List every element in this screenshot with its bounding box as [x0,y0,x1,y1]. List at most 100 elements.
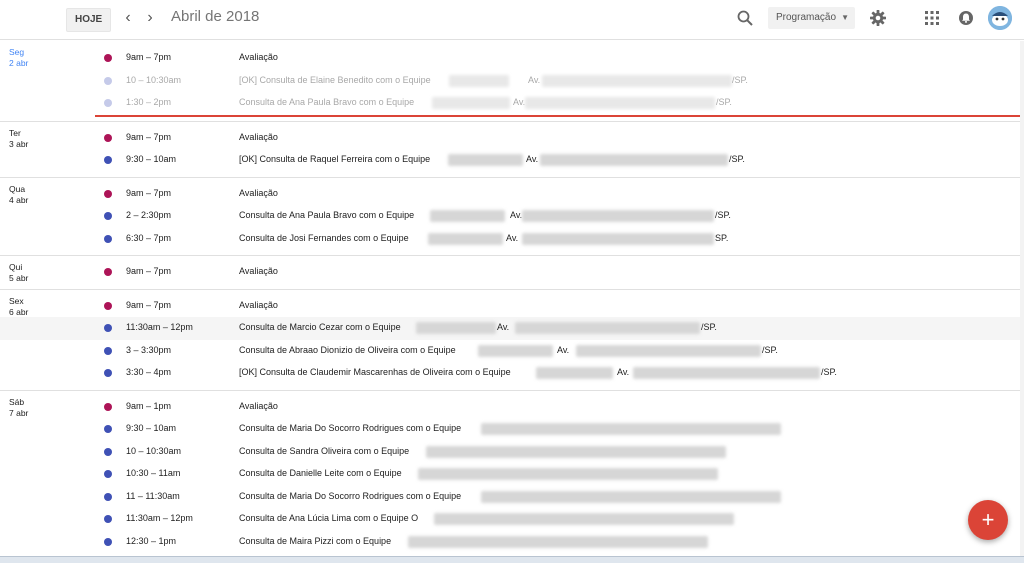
event-color-dot [104,234,112,243]
redacted-text [481,423,781,435]
event-title: Consulta de Danielle Leite com o Equipe [239,468,402,478]
agenda-event[interactable]: 1:30 – 2pm Consulta de Ana Paula Bravo co… [0,92,1024,115]
event-title: Consulta de Marcio Cezar com o Equipe [239,322,401,332]
agenda-event[interactable]: 10:30 – 11am Consulta de Danielle Leite c… [0,463,1024,486]
redacted-text [576,344,761,357]
search-icon[interactable] [736,9,754,27]
event-address-suffix: /SP. [701,322,717,332]
event-time: 3 – 3:30pm [126,344,172,355]
agenda-event[interactable]: 9am – 7pm Avaliação [0,127,1024,150]
event-title: Avaliação [239,400,278,411]
agenda-event[interactable]: 11:30am – 12pm Consulta de Marcio Cezar c… [0,317,1020,340]
redacted-text [428,232,503,245]
event-time: 11:30am – 12pm [126,513,193,523]
event-title: Consulta de Maria Do Socorro Rodrigues c… [239,490,462,501]
event-title: [OK] Consulta de Elaine Benedito com o E… [239,74,431,85]
event-title: Consulta de Abraao Dionizio de Oliveira … [239,344,456,355]
event-color-dot [104,268,112,276]
day-group: Seg 2 abr 9am – 7pm Avaliação 10 – 10:30am [O… [0,41,1024,122]
agenda-event[interactable]: 2 – 2:30pm Consulta de Ana Paula Bravo co… [0,205,1024,228]
agenda-event[interactable]: 9am – 7pm Avaliação [0,261,1024,284]
event-time: 10 – 10:30am [126,445,182,456]
redacted-text [633,367,820,379]
event-time: 9:30 – 10am [126,423,177,433]
chevron-right-icon[interactable]: › [142,9,158,27]
redacted-text [430,210,505,222]
event-color-dot [104,492,112,501]
event-title: Avaliação [239,52,278,62]
event-address-prefix: Av. [617,367,630,377]
agenda-event[interactable]: 9:30 – 10am Consulta de Maria Do Socorro … [0,418,1024,441]
agenda-event[interactable]: 9am – 1pm Avaliação [0,396,1024,419]
create-event-button[interactable]: + [968,500,1008,540]
agenda-event[interactable]: 6:30 – 7pm Consulta de Josi Fernandes com… [0,228,1024,251]
redacted-text [432,97,510,109]
event-color-dot [104,346,112,355]
avatar-image [988,6,1012,30]
event-color-dot [104,99,112,107]
avatar[interactable] [988,6,1012,30]
event-address-suffix: /SP. [732,74,748,85]
day-group: Sex 6 abr 9am – 7pm Avaliação 11:30am – 12pm… [0,290,1024,391]
event-address-suffix: /SP. [716,97,732,107]
apps-grid-icon[interactable] [925,11,939,25]
today-button[interactable]: HOJE [66,8,112,32]
event-title: Avaliação [239,187,278,198]
event-title: Avaliação [239,131,278,142]
notifications-icon[interactable] [957,9,975,27]
agenda-event[interactable]: 9am – 7pm Avaliação [0,47,1024,70]
event-title: Consulta de Ana Lúcia Lima com o Equipe … [239,513,419,523]
event-title: [OK] Consulta de Raquel Ferreira com o E… [239,154,431,164]
event-time: 11:30am – 12pm [126,322,193,332]
event-address-prefix: Av. [557,344,570,355]
day-group: Qui 5 abr 9am – 7pm Avaliação [0,256,1024,290]
agenda-event[interactable]: 9:30 – 10am [OK] Consulta de Raquel Ferre… [0,149,1024,172]
agenda-event[interactable]: 11 – 11:30am Consulta de Maria Do Socorro… [0,486,1024,509]
redacted-text [542,74,732,87]
redacted-text [525,97,715,109]
scrollbar[interactable] [1020,41,1024,562]
event-color-dot [104,515,112,523]
redacted-text [434,513,734,525]
day-group: Sáb 7 abr 9am – 1pm Avaliação 9:30 – 10am Con… [0,391,1024,559]
event-time: 9:30 – 10am [126,154,177,164]
event-time: 3:30 – 4pm [126,367,172,377]
event-title: Consulta de Ana Paula Bravo com o Equipe [239,210,415,220]
page-title: Abril de 2018 [171,8,260,25]
event-title: Avaliação [239,299,278,310]
event-title: [OK] Consulta de Claudemir Mascarenhas d… [239,367,511,377]
event-color-dot [104,156,112,164]
event-time: 6:30 – 7pm [126,232,172,243]
agenda-event[interactable]: 10 – 10:30am [OK] Consulta de Elaine Bene… [0,70,1024,93]
event-color-dot [104,324,112,332]
event-time: 1:30 – 2pm [126,97,172,107]
agenda-event[interactable]: 3:30 – 4pm [OK] Consulta de Claudemir Mas… [0,362,1024,385]
event-address-suffix: /SP. [729,154,745,164]
event-color-dot [104,133,112,142]
event-address-suffix: /SP. [762,344,778,355]
event-address-prefix: Av. [506,232,519,243]
agenda-event[interactable]: 11:30am – 12pm Consulta de Ana Lúcia Lima… [0,508,1024,531]
event-color-dot [104,369,112,377]
agenda-event[interactable]: 3 – 3:30pm Consulta de Abraao Dionizio de… [0,340,1024,363]
event-address-suffix: /SP. [715,210,731,220]
agenda-event[interactable]: 9am – 7pm Avaliação [0,295,1024,318]
chevron-left-icon[interactable]: ‹ [120,9,136,27]
redacted-text [536,367,613,379]
event-color-dot [104,447,112,456]
view-select[interactable]: Programação ▼ [768,7,855,29]
event-title: Consulta de Josi Fernandes com o Equipe [239,232,409,243]
event-time: 12:30 – 1pm [126,535,177,546]
event-time: 10:30 – 11am [126,468,181,478]
agenda-event[interactable]: 9am – 7pm Avaliação [0,183,1024,206]
day-group: Qua 4 abr 9am – 7pm Avaliação 2 – 2:30pm Cons… [0,178,1024,256]
agenda-list: Seg 2 abr 9am – 7pm Avaliação 10 – 10:30am [O… [0,41,1024,559]
event-color-dot [104,402,112,411]
agenda-event[interactable]: 12:30 – 1pm Consulta de Maira Pizzi com o… [0,531,1024,554]
redacted-text [418,468,718,480]
agenda-event[interactable]: 10 – 10:30am Consulta de Sandra Oliveira … [0,441,1024,464]
chevron-down-icon: ▼ [841,13,849,22]
event-color-dot [104,537,112,546]
redacted-text [408,535,708,548]
gear-icon[interactable] [869,9,887,27]
